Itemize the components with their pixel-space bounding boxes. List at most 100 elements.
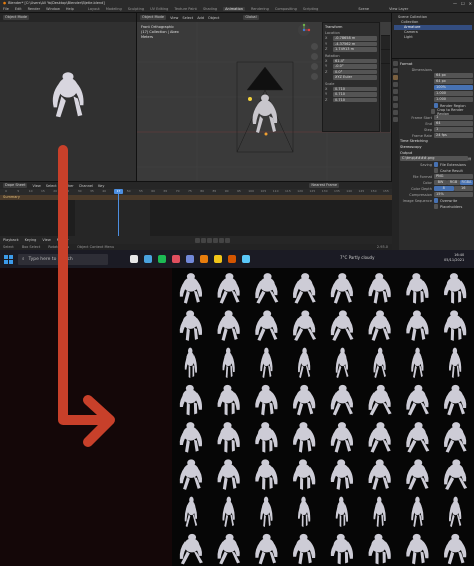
tab-rendering[interactable]: Rendering bbox=[251, 7, 269, 11]
placeholders-checkbox[interactable] bbox=[434, 204, 438, 209]
menu-window[interactable]: Window bbox=[46, 7, 60, 11]
resolution-y-field[interactable]: 64 px bbox=[434, 79, 473, 84]
windows-start-icon[interactable] bbox=[4, 254, 13, 264]
color-rgba-option[interactable]: RGBA bbox=[460, 180, 473, 185]
taskbar-app-icon[interactable] bbox=[242, 255, 250, 263]
left-mode-dropdown[interactable]: Object Mode bbox=[3, 15, 30, 20]
tab-uv-editing[interactable]: UV Editing bbox=[150, 7, 168, 11]
taskbar-app-icon[interactable] bbox=[200, 255, 208, 263]
jump-start-icon[interactable] bbox=[194, 237, 200, 243]
render-tab-icon[interactable] bbox=[393, 68, 398, 73]
file-format-dropdown[interactable]: PNG bbox=[434, 174, 473, 179]
playback-menu[interactable]: Playback bbox=[3, 238, 19, 242]
folder-icon[interactable]: ▤ bbox=[468, 157, 473, 161]
location-x-field[interactable]: -0.78658 m bbox=[333, 36, 377, 41]
taskbar-app-icon[interactable] bbox=[214, 255, 222, 263]
grid-icon[interactable] bbox=[311, 73, 318, 80]
taskbar-app-icon[interactable] bbox=[186, 255, 194, 263]
navigation-gizmo[interactable] bbox=[297, 23, 311, 37]
aspect-x-field[interactable]: 1.000 bbox=[434, 91, 473, 96]
view-layer-tab-icon[interactable] bbox=[393, 82, 398, 87]
output-tab-icon[interactable] bbox=[393, 75, 398, 80]
resolution-x-field[interactable]: 64 px bbox=[434, 73, 473, 78]
keying-menu[interactable]: Keying bbox=[25, 238, 37, 242]
crop-checkbox[interactable] bbox=[431, 109, 436, 114]
tab-animation[interactable]: Animation bbox=[223, 7, 245, 11]
object-tab-icon[interactable] bbox=[393, 103, 398, 108]
scale-x-field[interactable]: 0.710 bbox=[333, 86, 377, 91]
scale-z-field[interactable]: 0.710 bbox=[333, 97, 377, 102]
tab-layout[interactable]: Layout bbox=[88, 7, 100, 11]
output-path-field[interactable]: C:\tmp\####.png bbox=[400, 156, 468, 161]
weather-widget[interactable]: 7°C Partly cloudy bbox=[340, 255, 374, 260]
taskbar-app-icon[interactable] bbox=[130, 255, 138, 263]
dope-menu-channel[interactable]: Channel bbox=[79, 184, 93, 188]
tab-compositing[interactable]: Compositing bbox=[275, 7, 297, 11]
playbar-view-menu[interactable]: View bbox=[42, 238, 50, 242]
camera-view-editor[interactable]: Object Mode bbox=[0, 13, 137, 181]
light-icon[interactable] bbox=[248, 97, 252, 101]
tab-shading[interactable]: Shading bbox=[203, 7, 217, 11]
rotation-z-field[interactable]: 0.0° bbox=[333, 69, 377, 74]
location-z-field[interactable]: 1.74913 m bbox=[333, 47, 377, 52]
step-field[interactable]: 1 bbox=[434, 127, 473, 132]
zoom-icon[interactable] bbox=[311, 43, 318, 50]
3d-viewport[interactable]: Object Mode View Select Add Object Globa… bbox=[137, 13, 392, 181]
taskbar-app-icon[interactable] bbox=[228, 255, 236, 263]
dope-menu-marker[interactable]: Marker bbox=[62, 184, 74, 188]
color-depth-8-option[interactable]: 8 bbox=[434, 186, 454, 191]
taskbar-app-icon[interactable] bbox=[172, 255, 180, 263]
dope-sheet-mode-dropdown[interactable]: Dope Sheet bbox=[3, 183, 28, 188]
taskbar-search[interactable]: ⌕ Type here to search bbox=[18, 253, 108, 265]
taskbar-app-icon[interactable] bbox=[158, 255, 166, 263]
next-key-icon[interactable] bbox=[218, 237, 224, 243]
data-tab-icon[interactable] bbox=[393, 117, 398, 122]
playbar-marker-menu[interactable]: Marker bbox=[57, 238, 69, 242]
menu-edit[interactable]: Edit bbox=[15, 7, 22, 11]
dope-menu-view[interactable]: View bbox=[32, 184, 40, 188]
menu-file[interactable]: File bbox=[3, 7, 9, 11]
sidebar-tab-item[interactable] bbox=[381, 22, 390, 36]
menu-help[interactable]: Help bbox=[66, 7, 74, 11]
tab-sculpting[interactable]: Sculpting bbox=[128, 7, 144, 11]
menu-render[interactable]: Render bbox=[28, 7, 40, 11]
transform-orientation-dropdown[interactable]: Global bbox=[243, 15, 259, 20]
overwrite-checkbox[interactable] bbox=[434, 198, 438, 203]
frame-rate-dropdown[interactable]: 24 fps bbox=[434, 133, 473, 138]
viewport-menu-object[interactable]: Object bbox=[208, 16, 219, 20]
current-frame-indicator[interactable]: 17 bbox=[114, 189, 123, 194]
sidebar-tab-view[interactable] bbox=[381, 50, 390, 64]
tab-texture-paint[interactable]: Texture Paint bbox=[174, 7, 197, 11]
file-extensions-checkbox[interactable] bbox=[434, 162, 438, 167]
rotation-x-field[interactable]: 61.4° bbox=[333, 58, 377, 63]
rotation-y-field[interactable]: -0.0° bbox=[333, 64, 377, 69]
scene-tab-icon[interactable] bbox=[393, 89, 398, 94]
frame-end-field[interactable]: 64 bbox=[434, 121, 473, 126]
tool-tab-icon[interactable] bbox=[393, 61, 398, 66]
modifier-tab-icon[interactable] bbox=[393, 110, 398, 115]
tab-modeling[interactable]: Modeling bbox=[106, 7, 122, 11]
frame-start-field[interactable]: 1 bbox=[434, 115, 473, 120]
stereoscopy-header[interactable]: Stereoscopy bbox=[400, 145, 473, 150]
time-stretching-header[interactable]: Time Stretching bbox=[400, 139, 473, 144]
viewport-menu-add[interactable]: Add bbox=[197, 16, 204, 20]
close-button[interactable]: ✕ bbox=[469, 1, 472, 6]
summary-channel[interactable]: Summary bbox=[0, 195, 392, 200]
viewport-mode-dropdown[interactable]: Object Mode bbox=[140, 15, 167, 20]
color-depth-16-option[interactable]: 16 bbox=[453, 186, 473, 191]
jump-end-icon[interactable] bbox=[224, 237, 230, 243]
dope-sheet-editor[interactable]: Dope Sheet View Select Marker Channel Ke… bbox=[0, 181, 392, 237]
play-icon[interactable] bbox=[212, 237, 218, 243]
pan-hand-icon[interactable] bbox=[311, 53, 318, 60]
playhead[interactable] bbox=[118, 189, 119, 237]
rotation-mode-dropdown[interactable]: XYZ Euler bbox=[333, 75, 377, 80]
location-y-field[interactable]: -4.37562 m bbox=[333, 41, 377, 46]
camera-view-icon[interactable] bbox=[311, 63, 318, 70]
dope-menu-select[interactable]: Select bbox=[46, 184, 57, 188]
compression-slider[interactable]: 15% bbox=[434, 192, 473, 197]
play-reverse-icon[interactable] bbox=[206, 237, 212, 243]
prev-key-icon[interactable] bbox=[200, 237, 206, 243]
color-rgb-option[interactable]: RGB bbox=[447, 180, 460, 185]
taskbar-clock[interactable]: 16:40 05/11/2021 bbox=[444, 253, 464, 263]
world-tab-icon[interactable] bbox=[393, 96, 398, 101]
